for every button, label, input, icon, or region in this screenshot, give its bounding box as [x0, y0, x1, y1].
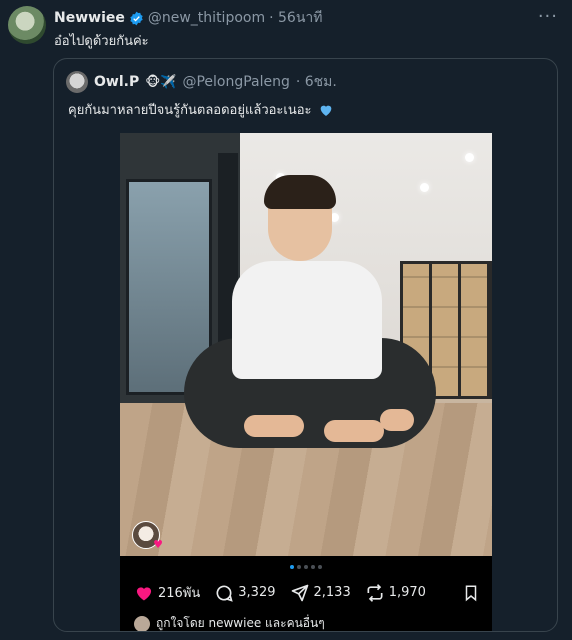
- repost-icon: [367, 583, 383, 602]
- author-name[interactable]: Newwiee: [54, 10, 125, 26]
- author-avatar[interactable]: [8, 6, 46, 44]
- tweet-header: Newwiee @new_thitipoom · 56นาที: [54, 7, 322, 29]
- author-emoji-icons: 🐵✈️: [145, 74, 177, 90]
- repost-count: 1,970: [388, 585, 426, 600]
- quoted-author-name[interactable]: Owl.P: [94, 74, 139, 90]
- quoted-text: คุยกันมาหลายปีจนรู้กันตลอดอยู่แล้วอะเนอะ: [68, 99, 334, 120]
- blue-heart-icon: [320, 105, 331, 116]
- like-action[interactable]: 216พัน: [134, 582, 200, 603]
- like-count: 216พัน: [158, 586, 201, 601]
- carousel-dot[interactable]: [297, 565, 301, 569]
- author-handle[interactable]: @new_thitipoom: [148, 10, 265, 26]
- comment-icon: [216, 585, 233, 602]
- quoted-time[interactable]: · 6ชม.: [296, 71, 337, 93]
- quoted-tweet[interactable]: Owl.P 🐵✈️ @PelongPaleng · 6ชม. คุยกันมาห…: [53, 58, 558, 632]
- share-count: 2,133: [313, 585, 351, 600]
- repost-action[interactable]: 1,970: [365, 583, 426, 603]
- carousel-dots[interactable]: [120, 565, 492, 569]
- carousel-dot[interactable]: [318, 565, 322, 569]
- heart-icon: [136, 586, 152, 600]
- more-options-icon[interactable]: ···: [538, 6, 558, 27]
- photo-person-shirt: [232, 261, 382, 379]
- tweet-text: อ๋อไปดูด้วยกันค่ะ: [54, 34, 149, 49]
- carousel-dot[interactable]: [290, 565, 294, 569]
- quoted-author-handle[interactable]: @PelongPaleng: [182, 74, 289, 90]
- mini-heart-icon: ♥: [153, 538, 163, 551]
- comment-count: 3,329: [238, 585, 276, 600]
- bookmark-icon[interactable]: [462, 583, 480, 603]
- quoted-text-body: คุยกันมาหลายปีจนรู้กันตลอดอยู่แล้วอะเนอะ: [68, 103, 312, 118]
- post-actions: 216พัน 3,329 2,133 1,970: [134, 582, 480, 603]
- share-action[interactable]: 2,133: [290, 583, 351, 603]
- carousel-dot[interactable]: [304, 565, 308, 569]
- carousel-dot[interactable]: [311, 565, 315, 569]
- quoted-author-avatar[interactable]: [66, 71, 88, 93]
- liked-by-row[interactable]: ถูกใจโดย newwiee และคนอื่นๆ: [134, 614, 325, 631]
- photo-overlay-avatar[interactable]: ♥: [132, 521, 163, 551]
- tweet-time[interactable]: · 56นาที: [269, 7, 322, 29]
- verified-badge-icon: [130, 11, 143, 25]
- photo-person-hair: [264, 175, 336, 209]
- liked-by-avatar: [134, 615, 150, 631]
- instagram-card: 216พัน 3,329 2,133 1,970 ถูกใจโดย newwie…: [120, 556, 492, 631]
- send-icon: [291, 584, 308, 601]
- post-photo[interactable]: ♥: [120, 133, 492, 556]
- liked-by-text: ถูกใจโดย newwiee และคนอื่นๆ: [156, 616, 325, 630]
- quoted-header: Owl.P 🐵✈️ @PelongPaleng · 6ชม.: [66, 71, 337, 93]
- comment-action[interactable]: 3,329: [214, 583, 276, 603]
